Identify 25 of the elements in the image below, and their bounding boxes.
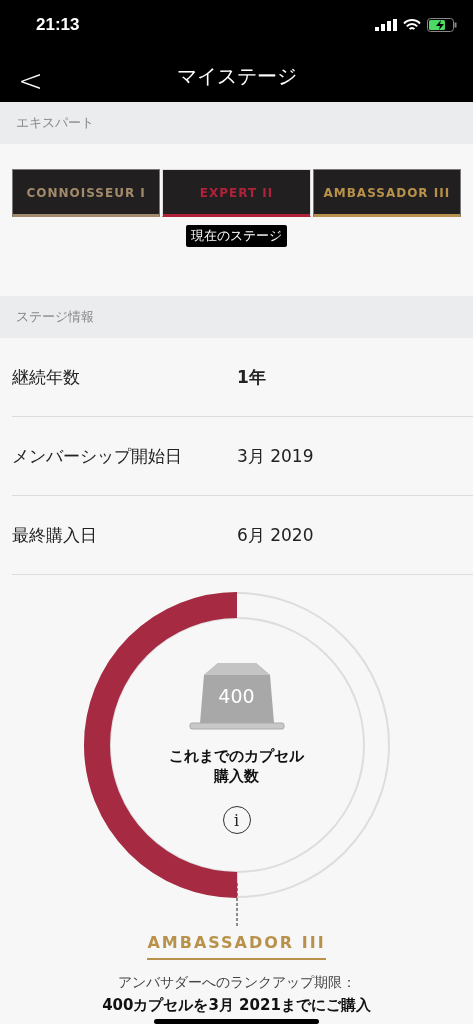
screen-title: マイステージ (176, 62, 297, 90)
purchase-goal: 400カプセルを3月 2021までにご購入 (102, 996, 371, 1015)
clock: 21:13 (36, 15, 80, 36)
current-stage-tooltip: 現在のステージ (186, 224, 287, 247)
stage-badge: EXPERT II (162, 168, 311, 217)
row-label: 最終購入日 (12, 523, 98, 547)
signal-icon (375, 19, 397, 32)
row-label: 継続年数 (12, 365, 81, 389)
capsule-count: 400 (217, 685, 256, 707)
capsule-caption: これまでのカプセル購入数 (168, 747, 305, 786)
rank-up-note: アンバサダーへのランクアップ期限： (117, 974, 356, 992)
stage-badge: AMBASSADOR III (312, 168, 461, 217)
marker-line (235, 883, 238, 927)
row-value: 6月 2020 (237, 523, 314, 547)
row-value: 1年 (237, 365, 266, 389)
capsule-icon (187, 661, 286, 731)
row-value: 3月 2019 (237, 444, 314, 468)
section-header: エキスパート (16, 113, 94, 132)
section-header: ステージ情報 (16, 308, 94, 327)
row-label: メンバーシップ開始日 (12, 444, 183, 468)
stage-badge: CONNOISSEUR I (12, 168, 161, 217)
battery-icon (427, 18, 457, 33)
target-stage-label: AMBASSADOR III (147, 933, 326, 960)
back-button[interactable]: < (10, 58, 52, 102)
wifi-icon (403, 18, 421, 32)
